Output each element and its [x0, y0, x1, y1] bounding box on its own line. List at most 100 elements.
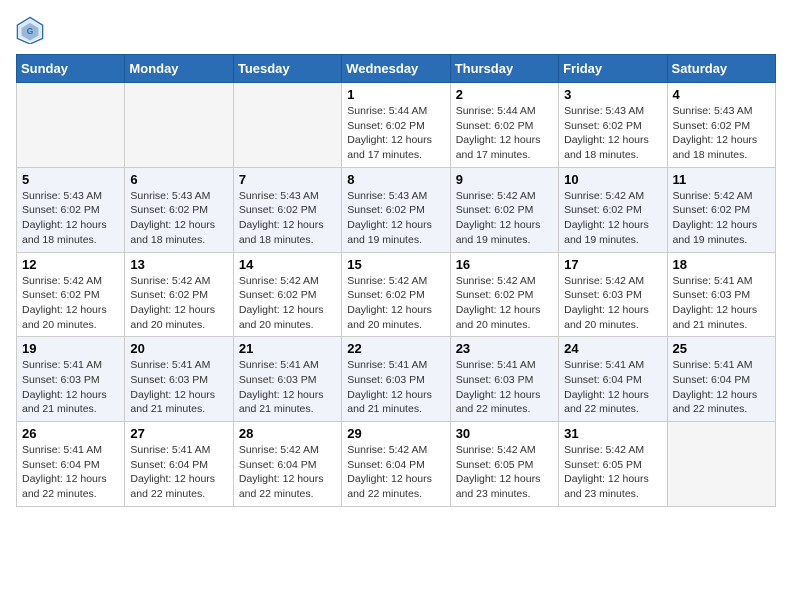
- day-info: Sunrise: 5:42 AMSunset: 6:02 PMDaylight:…: [130, 274, 227, 333]
- table-row: 1 Sunrise: 5:44 AMSunset: 6:02 PMDaylight…: [342, 83, 450, 168]
- day-number: 14: [239, 257, 336, 272]
- calendar-table: SundayMondayTuesdayWednesdayThursdayFrid…: [16, 54, 776, 507]
- table-row: 15 Sunrise: 5:42 AMSunset: 6:02 PMDayligh…: [342, 252, 450, 337]
- logo: G: [16, 16, 48, 44]
- header: G: [16, 16, 776, 44]
- day-number: 23: [456, 341, 553, 356]
- table-row: 28 Sunrise: 5:42 AMSunset: 6:04 PMDayligh…: [233, 422, 341, 507]
- day-info: Sunrise: 5:41 AMSunset: 6:04 PMDaylight:…: [22, 443, 119, 502]
- day-info: Sunrise: 5:42 AMSunset: 6:02 PMDaylight:…: [456, 189, 553, 248]
- day-number: 30: [456, 426, 553, 441]
- day-number: 20: [130, 341, 227, 356]
- calendar-week-row: 5 Sunrise: 5:43 AMSunset: 6:02 PMDaylight…: [17, 167, 776, 252]
- day-info: Sunrise: 5:43 AMSunset: 6:02 PMDaylight:…: [673, 104, 770, 163]
- day-info: Sunrise: 5:42 AMSunset: 6:02 PMDaylight:…: [456, 274, 553, 333]
- table-row: 24 Sunrise: 5:41 AMSunset: 6:04 PMDayligh…: [559, 337, 667, 422]
- day-info: Sunrise: 5:44 AMSunset: 6:02 PMDaylight:…: [347, 104, 444, 163]
- day-info: Sunrise: 5:42 AMSunset: 6:04 PMDaylight:…: [239, 443, 336, 502]
- day-info: Sunrise: 5:44 AMSunset: 6:02 PMDaylight:…: [456, 104, 553, 163]
- weekday-header-sunday: Sunday: [17, 55, 125, 83]
- weekday-header-monday: Monday: [125, 55, 233, 83]
- day-info: Sunrise: 5:41 AMSunset: 6:03 PMDaylight:…: [22, 358, 119, 417]
- day-info: Sunrise: 5:43 AMSunset: 6:02 PMDaylight:…: [564, 104, 661, 163]
- table-row: 18 Sunrise: 5:41 AMSunset: 6:03 PMDayligh…: [667, 252, 775, 337]
- day-info: Sunrise: 5:41 AMSunset: 6:03 PMDaylight:…: [456, 358, 553, 417]
- day-info: Sunrise: 5:42 AMSunset: 6:02 PMDaylight:…: [22, 274, 119, 333]
- table-row: 6Sunrise: 5:43 AMSunset: 6:02 PMDaylight…: [125, 167, 233, 252]
- table-row: 7 Sunrise: 5:43 AMSunset: 6:02 PMDaylight…: [233, 167, 341, 252]
- table-row: 29 Sunrise: 5:42 AMSunset: 6:04 PMDayligh…: [342, 422, 450, 507]
- day-number: 28: [239, 426, 336, 441]
- calendar-week-row: 12 Sunrise: 5:42 AMSunset: 6:02 PMDayligh…: [17, 252, 776, 337]
- day-info: Sunrise: 5:43 AMSunset: 6:02 PMDaylight:…: [239, 189, 336, 248]
- day-number: 31: [564, 426, 661, 441]
- day-number: 3: [564, 87, 661, 102]
- table-row: 20 Sunrise: 5:41 AMSunset: 6:03 PMDayligh…: [125, 337, 233, 422]
- day-info: Sunrise: 5:41 AMSunset: 6:03 PMDaylight:…: [130, 358, 227, 417]
- day-number: 21: [239, 341, 336, 356]
- table-row: 23 Sunrise: 5:41 AMSunset: 6:03 PMDayligh…: [450, 337, 558, 422]
- table-row: 11 Sunrise: 5:42 AMSunset: 6:02 PMDayligh…: [667, 167, 775, 252]
- day-number: 5: [22, 172, 119, 187]
- day-number: 1: [347, 87, 444, 102]
- day-number: 12: [22, 257, 119, 272]
- day-number: 18: [673, 257, 770, 272]
- table-row: 27Sunrise: 5:41 AMSunset: 6:04 PMDayligh…: [125, 422, 233, 507]
- table-row: 30 Sunrise: 5:42 AMSunset: 6:05 PMDayligh…: [450, 422, 558, 507]
- table-row: 22 Sunrise: 5:41 AMSunset: 6:03 PMDayligh…: [342, 337, 450, 422]
- table-row: 10Sunrise: 5:42 AMSunset: 6:02 PMDayligh…: [559, 167, 667, 252]
- calendar-week-row: 19Sunrise: 5:41 AMSunset: 6:03 PMDayligh…: [17, 337, 776, 422]
- day-info: Sunrise: 5:41 AMSunset: 6:04 PMDaylight:…: [130, 443, 227, 502]
- table-row: 8 Sunrise: 5:43 AMSunset: 6:02 PMDaylight…: [342, 167, 450, 252]
- day-number: 9: [456, 172, 553, 187]
- day-number: 22: [347, 341, 444, 356]
- table-row: [233, 83, 341, 168]
- day-number: 13: [130, 257, 227, 272]
- day-number: 25: [673, 341, 770, 356]
- day-info: Sunrise: 5:43 AMSunset: 6:02 PMDaylight:…: [130, 189, 227, 248]
- day-number: 2: [456, 87, 553, 102]
- calendar-header-row: SundayMondayTuesdayWednesdayThursdayFrid…: [17, 55, 776, 83]
- table-row: 12 Sunrise: 5:42 AMSunset: 6:02 PMDayligh…: [17, 252, 125, 337]
- day-info: Sunrise: 5:42 AMSunset: 6:02 PMDaylight:…: [673, 189, 770, 248]
- table-row: 19Sunrise: 5:41 AMSunset: 6:03 PMDayligh…: [17, 337, 125, 422]
- day-info: Sunrise: 5:41 AMSunset: 6:04 PMDaylight:…: [564, 358, 661, 417]
- logo-icon: G: [16, 16, 44, 44]
- day-number: 11: [673, 172, 770, 187]
- day-number: 24: [564, 341, 661, 356]
- day-number: 16: [456, 257, 553, 272]
- weekday-header-friday: Friday: [559, 55, 667, 83]
- weekday-header-wednesday: Wednesday: [342, 55, 450, 83]
- day-info: Sunrise: 5:42 AMSunset: 6:03 PMDaylight:…: [564, 274, 661, 333]
- day-info: Sunrise: 5:41 AMSunset: 6:03 PMDaylight:…: [347, 358, 444, 417]
- day-number: 15: [347, 257, 444, 272]
- table-row: 16 Sunrise: 5:42 AMSunset: 6:02 PMDayligh…: [450, 252, 558, 337]
- weekday-header-saturday: Saturday: [667, 55, 775, 83]
- table-row: 26Sunrise: 5:41 AMSunset: 6:04 PMDayligh…: [17, 422, 125, 507]
- table-row: 31Sunrise: 5:42 AMSunset: 6:05 PMDayligh…: [559, 422, 667, 507]
- weekday-header-thursday: Thursday: [450, 55, 558, 83]
- day-number: 8: [347, 172, 444, 187]
- table-row: 21Sunrise: 5:41 AMSunset: 6:03 PMDayligh…: [233, 337, 341, 422]
- table-row: [125, 83, 233, 168]
- day-info: Sunrise: 5:42 AMSunset: 6:02 PMDaylight:…: [564, 189, 661, 248]
- calendar-week-row: 26Sunrise: 5:41 AMSunset: 6:04 PMDayligh…: [17, 422, 776, 507]
- table-row: [17, 83, 125, 168]
- day-info: Sunrise: 5:42 AMSunset: 6:02 PMDaylight:…: [347, 274, 444, 333]
- calendar-week-row: 1 Sunrise: 5:44 AMSunset: 6:02 PMDaylight…: [17, 83, 776, 168]
- day-number: 29: [347, 426, 444, 441]
- day-info: Sunrise: 5:42 AMSunset: 6:02 PMDaylight:…: [239, 274, 336, 333]
- day-number: 7: [239, 172, 336, 187]
- day-number: 4: [673, 87, 770, 102]
- day-info: Sunrise: 5:42 AMSunset: 6:05 PMDaylight:…: [456, 443, 553, 502]
- table-row: 3 Sunrise: 5:43 AMSunset: 6:02 PMDaylight…: [559, 83, 667, 168]
- table-row: 5Sunrise: 5:43 AMSunset: 6:02 PMDaylight…: [17, 167, 125, 252]
- day-info: Sunrise: 5:42 AMSunset: 6:04 PMDaylight:…: [347, 443, 444, 502]
- day-info: Sunrise: 5:41 AMSunset: 6:03 PMDaylight:…: [673, 274, 770, 333]
- weekday-header-tuesday: Tuesday: [233, 55, 341, 83]
- table-row: 25 Sunrise: 5:41 AMSunset: 6:04 PMDayligh…: [667, 337, 775, 422]
- day-info: Sunrise: 5:43 AMSunset: 6:02 PMDaylight:…: [347, 189, 444, 248]
- table-row: 9 Sunrise: 5:42 AMSunset: 6:02 PMDaylight…: [450, 167, 558, 252]
- table-row: 17Sunrise: 5:42 AMSunset: 6:03 PMDayligh…: [559, 252, 667, 337]
- day-info: Sunrise: 5:41 AMSunset: 6:04 PMDaylight:…: [673, 358, 770, 417]
